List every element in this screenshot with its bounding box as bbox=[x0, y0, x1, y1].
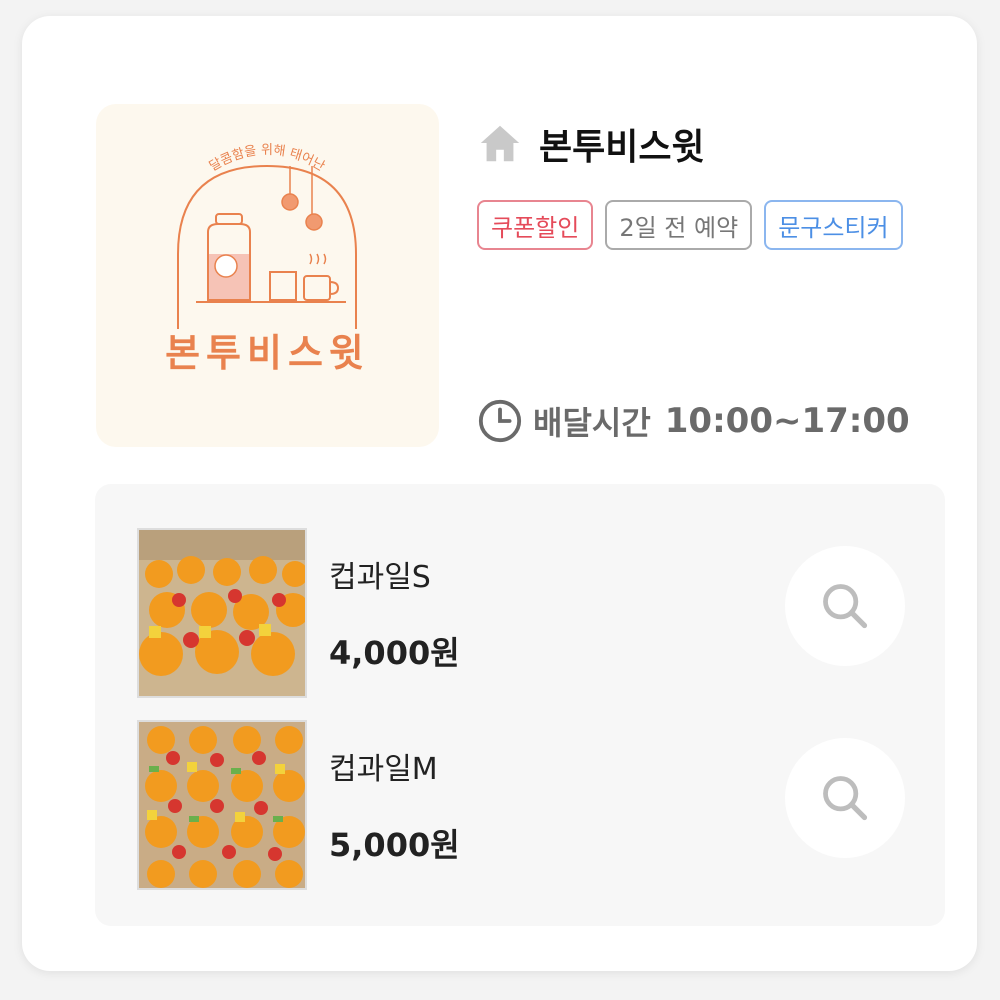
logo-name: 본투비스윗 bbox=[165, 331, 370, 375]
clock-icon bbox=[478, 399, 522, 443]
tag-sticker: 문구스티커 bbox=[764, 200, 903, 250]
delivery-hours: 10:00~17:00 bbox=[664, 401, 910, 441]
menu-item[interactable]: 컵과일M 5,000원 bbox=[137, 720, 905, 890]
logo-illustration: · 달콤함을 위해 태어난 · bbox=[96, 104, 357, 329]
store-logo: · 달콤함을 위해 태어난 · 본투비스윗 bbox=[96, 104, 439, 447]
tag-reservation: 2일 전 예약 bbox=[605, 200, 753, 250]
store-header: 본투비스윗 bbox=[477, 116, 705, 172]
search-icon bbox=[823, 776, 868, 821]
menu-item-price: 4,000원 bbox=[329, 634, 460, 672]
menu-item-name: 컵과일S bbox=[329, 560, 431, 595]
search-icon bbox=[823, 584, 868, 629]
delivery-label: 배달시간 bbox=[533, 404, 651, 442]
fruit-cups-image bbox=[139, 722, 305, 888]
store-card[interactable]: · 달콤함을 위해 태어난 · 본투비스윗 bbox=[22, 16, 977, 971]
menu-thumbnail[interactable] bbox=[137, 528, 307, 698]
menu-item[interactable]: 컵과일S 4,000원 bbox=[137, 528, 905, 698]
menu-thumbnail[interactable] bbox=[137, 720, 307, 890]
tag-coupon: 쿠폰할인 bbox=[477, 200, 594, 250]
view-detail-button[interactable] bbox=[785, 546, 905, 666]
fruit-cups-image bbox=[139, 530, 305, 696]
view-detail-button[interactable] bbox=[785, 738, 905, 858]
menu-list: 컵과일S 4,000원 컵과일M 5,000원 bbox=[95, 484, 945, 926]
menu-item-price: 5,000원 bbox=[329, 826, 460, 864]
tag-list: 쿠폰할인 2일 전 예약 문구스티커 bbox=[477, 200, 903, 250]
svg-text:· 달콤함을 위해 태어난 ·: · 달콤함을 위해 태어난 · bbox=[96, 104, 327, 175]
store-name[interactable]: 본투비스윗 bbox=[539, 118, 705, 170]
delivery-time-row: 배달시간 10:00~17:00 bbox=[477, 398, 910, 444]
menu-item-name: 컵과일M bbox=[329, 752, 438, 787]
home-icon bbox=[480, 125, 520, 162]
